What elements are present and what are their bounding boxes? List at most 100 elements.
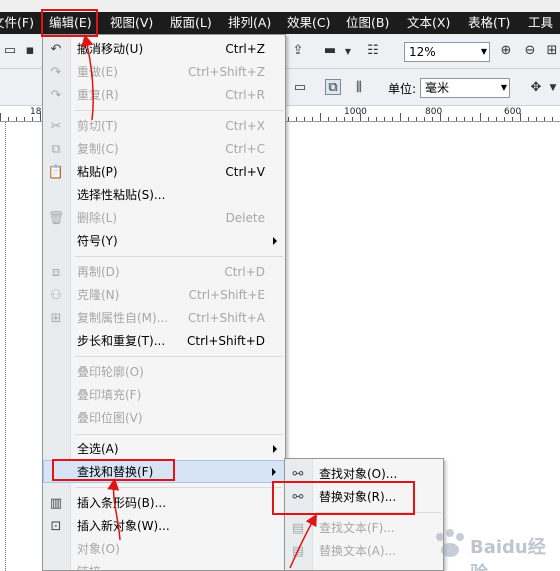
menu-separator [75,487,283,488]
ruler-tick [384,117,385,121]
zoom-page-icon[interactable]: ⊞ [544,43,560,59]
menu-bitmaps[interactable]: 位图(B) [346,12,389,34]
ruler-tick [400,113,401,121]
menu-view[interactable]: 视图(V) [110,12,153,34]
menu-item-shortcut: Ctrl+D [224,265,265,279]
menu-item-label: 重做(E) [77,65,118,79]
menu-item-repeat[interactable]: ↷ 重复(R) Ctrl+R [43,84,285,107]
menu-item-overprint-outline[interactable]: 叠印轮廓(O) [43,361,285,384]
menu-item-overprint-fill[interactable]: 叠印填充(F) [43,384,285,407]
menu-item-shortcut: Ctrl+V [225,165,265,179]
submenu-arrow-icon [273,237,277,245]
menu-effects[interactable]: 效果(C) [287,12,330,34]
ruler-tick [8,117,9,121]
menu-item-insert-new-object[interactable]: ⊡ 插入新对象(W)... [43,515,285,538]
barcode-icon: ▥ [49,496,63,511]
menu-item-delete[interactable]: 🗑 删除(L) Delete [43,207,285,230]
redo-icon: ↷ [50,65,62,80]
annotation-box-find-replace [52,459,175,481]
all-pages-icon[interactable]: ⧉ [325,79,341,95]
menu-item-label: 步长和重复(T)... [77,334,166,348]
menu-arrange[interactable]: 排列(A) [228,12,271,34]
menu-tools[interactable]: 工具 [528,12,553,34]
trash-icon: 🗑 [47,211,65,226]
ruler-tick [424,117,425,121]
menu-item-find-text[interactable]: ▤ 查找文本(F)... [285,517,443,540]
page-landscape-icon[interactable]: ▭ [292,80,308,96]
annotation-box-edit-menu [41,9,98,37]
copy-properties-icon: ⊞ [50,311,62,326]
menu-item-label: 全选(A) [77,442,119,456]
ruler-tick [352,117,353,121]
menu-item-shortcut: Ctrl+X [225,119,265,133]
menu-item-select-all[interactable]: 全选(A) [43,438,285,461]
menu-item-label: 再制(D) [77,265,120,279]
zoom-in-icon[interactable]: ⊕ [498,43,514,59]
chevron-down-icon[interactable]: ▼ [545,80,560,96]
nudge-icon[interactable]: ✥ [528,80,544,96]
export-icon[interactable]: ⇪ [290,43,306,59]
menu-item-cut[interactable]: ✂ 剪切(T) Ctrl+X [43,115,285,138]
ruler-tick [440,113,441,121]
ruler-tick [328,117,329,121]
menu-item-replace-text[interactable]: ▤ 替换文本(A)... [285,540,443,563]
menu-layout[interactable]: 版面(L) [170,12,212,34]
save-icon[interactable]: ▪ [22,43,38,59]
menu-item-copy-properties[interactable]: ⊞ 复制属性自(M)... Ctrl+Shift+A [43,307,285,330]
menu-item-label: 叠印轮廓(O) [77,365,144,379]
menu-item-step-and-repeat[interactable]: 步长和重复(T)... Ctrl+Shift+D [43,330,285,353]
chevron-down-icon: ▼ [500,83,507,92]
options-icon[interactable]: ☷ [365,43,381,59]
menu-text[interactable]: 文本(X) [407,12,450,34]
find-text-icon: ▤ [291,521,305,536]
unit-label: 单位: [388,82,417,96]
menu-item-label: 插入新对象(W)... [77,519,170,533]
ruler-tick [32,117,33,121]
application-launcher-icon[interactable]: ▬ [322,43,338,59]
zoom-out-icon[interactable]: ⊖ [522,43,538,59]
menu-table[interactable]: 表格(T) [468,12,510,34]
menu-separator [75,256,283,257]
menu-item-paste[interactable]: 📋 粘贴(P) Ctrl+V [43,161,285,184]
menu-item-links[interactable]: 链接... [43,561,285,571]
menu-item-object[interactable]: 对象(O) [43,538,285,561]
menu-item-paste-special[interactable]: 选择性粘贴(S)... [43,184,285,207]
menu-file[interactable]: 文件(F) [0,12,34,34]
menu-item-label: 复制(C) [77,142,119,156]
unit-combo[interactable]: 毫米 ▼ [420,78,510,98]
menu-item-label: 撤消移动(U) [77,42,144,56]
ruler-tick [528,117,529,121]
chevron-down-icon[interactable]: ▼ [340,44,356,60]
menu-item-shortcut: Ctrl+Shift+D [187,334,265,348]
ruler-tick [496,117,497,121]
ruler-tick [288,117,289,121]
menu-item-copy[interactable]: ⧉ 复制(C) Ctrl+C [43,138,285,161]
menu-item-shortcut: Ctrl+Z [225,42,265,56]
menu-separator [75,356,283,357]
menu-item-label: 对象(O) [77,542,120,556]
ruler-tick [464,117,465,121]
menu-item-symbol[interactable]: 符号(Y) [43,230,285,253]
ruler-tick [296,117,297,121]
menu-item-overprint-bitmap[interactable]: 叠印位图(V) [43,407,285,430]
ruler-tick [304,117,305,121]
ruler-tick [312,117,313,121]
scissors-icon: ✂ [50,119,62,134]
menu-item-label: 叠印填充(F) [77,388,142,402]
zoom-combo[interactable]: 12% ▼ [404,42,490,62]
ruler-tick [448,117,449,121]
current-page-icon[interactable]: ⫼ [351,80,367,96]
ruler-tick [344,117,345,121]
paste-icon: 📋 [47,165,65,180]
menu-item-clone[interactable]: ⚇ 克隆(N) Ctrl+Shift+E [43,284,285,307]
menu-item-redo[interactable]: ↷ 重做(E) Ctrl+Shift+Z [43,61,285,84]
menu-item-undo[interactable]: ↶ 撤消移动(U) Ctrl+Z [43,38,285,61]
menu-item-insert-barcode[interactable]: ▥ 插入条形码(B)... [43,492,285,515]
baidu-watermark: Baidu经验 [426,523,556,571]
menu-item-shortcut: Ctrl+Shift+Z [188,65,265,79]
ruler-tick [368,117,369,121]
menu-item-duplicate[interactable]: ⧈ 再制(D) Ctrl+D [43,261,285,284]
ruler-tick [552,117,553,121]
open-icon[interactable]: ▭ [2,43,18,59]
ruler-tick [16,117,17,121]
